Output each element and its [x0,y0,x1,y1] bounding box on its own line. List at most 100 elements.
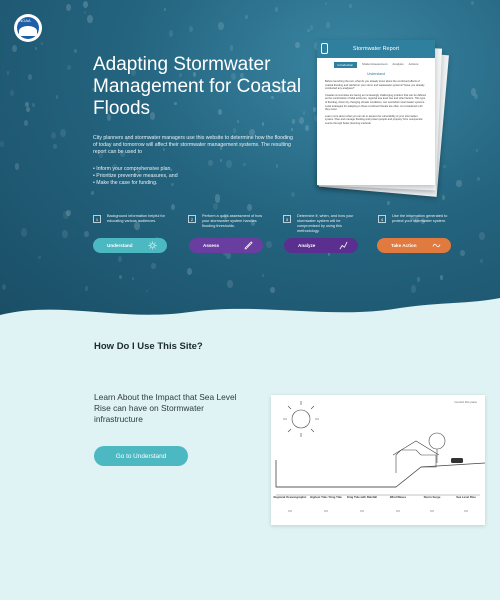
logo-text: NOAA [19,18,31,23]
report-tab: Introduction [333,62,358,68]
raindrop [261,122,265,126]
raindrop [324,2,327,6]
raindrop [21,228,28,237]
raindrop [232,127,237,133]
step-description: Background information helpful for educa… [107,214,165,223]
raindrop [171,204,176,210]
report-tab: Analysis [392,62,404,66]
raindrop [188,26,193,32]
raindrop [66,209,71,217]
shoreline [275,460,485,488]
wave-icon [432,243,441,248]
flood-factors: Regional Oceanographic 0 ft Highest Tide… [271,495,485,524]
raindrop [295,41,301,49]
section-title: How Do I Use This Site? [94,341,203,352]
factor-value: 0 ft [324,510,328,513]
section-description: Learn About the Impact that Sea Level Ri… [94,392,237,424]
raindrop [476,176,481,182]
factor-label: Sea Level Rise [456,495,476,499]
page-title: Adapting Stormwater Management for Coast… [93,54,302,119]
go-to-understand-button[interactable]: Go to Understand [94,446,188,466]
raindrop [62,230,68,238]
understand-button-label: Understand [107,243,133,248]
raindrop [480,259,484,264]
control-pane-toggle[interactable]: Control this pane [454,400,477,404]
raindrop [307,28,310,33]
hero-section: NOAA Adapting Stormwater Management for … [0,0,500,318]
benefit-list: Inform your comprehensive plan, Prioriti… [93,166,178,187]
take-action-button[interactable]: Take Action [377,238,451,253]
raindrop [475,149,479,153]
raindrop [53,143,57,150]
raindrop [305,125,309,131]
analyze-button[interactable]: Analyze [284,238,358,253]
raindrop [0,141,4,147]
raindrop [309,25,314,31]
raindrop [275,6,279,12]
raindrop [66,3,72,11]
raindrop [456,179,462,187]
raindrop [243,162,246,167]
benefit-item: Prioritize preventive measures, and [93,173,177,180]
raindrop [6,71,10,75]
raindrop [51,131,57,139]
noaa-logo[interactable]: NOAA [14,14,42,42]
step-number: 2 [188,215,196,223]
raindrop [246,203,252,211]
benefit-item: Inform your comprehensive plan, [93,166,178,173]
report-tabs: Introduction Model Assessment Analysis A… [317,58,435,68]
tree-icon [428,432,446,450]
step-description: Determine if, when, and how your stormwa… [297,214,354,233]
sun-icon [148,241,157,250]
raindrop [168,30,174,38]
step-description: Use the information generated to protect… [392,214,448,223]
raindrop [349,4,352,8]
factor-label: Storm Surge [423,495,441,499]
report-paragraph: Coastal communities are facing an increa… [325,93,426,112]
raindrop [219,159,222,163]
raindrop [218,21,225,31]
step-number: 1 [93,215,101,223]
step-number: 4 [378,215,386,223]
factor-value: 0 ft [430,510,434,513]
raindrop [227,280,233,289]
report-tab: Model Assessment [362,62,388,66]
factor-label: King Tide with Rainfall [347,495,377,499]
raindrop [441,194,446,200]
step-number: 3 [283,215,291,223]
raindrop [40,41,44,46]
raindrop [151,263,156,270]
raindrop [23,119,29,127]
raindrop [214,194,221,203]
raindrop [34,46,38,51]
raindrop [386,200,390,205]
assess-button[interactable]: Assess [189,238,263,253]
report-tab: Actions [408,62,419,66]
raindrop [443,164,446,169]
raindrop [207,159,213,167]
report-paragraph: Learn more about what you can do to asse… [325,114,423,125]
raindrop [275,164,279,168]
assess-button-label: Assess [203,243,220,248]
raindrop [82,0,89,9]
factor-value: 0 ft [396,510,400,513]
chart-icon [339,241,348,250]
raindrop [326,22,331,28]
raindrop [12,44,17,52]
understand-button[interactable]: Understand [93,238,167,253]
tablet-icon [321,43,328,54]
benefit-item: Make the case for funding. [93,180,178,187]
raindrop [163,7,167,12]
report-header: Stormwater Report [317,40,435,58]
raindrop [187,267,193,275]
report-sheet-front: Stormwater Report Introduction Model Ass… [317,40,435,185]
raindrop [73,48,77,53]
raindrop [229,45,234,51]
intro-text: City planners and stormwater managers us… [93,135,293,155]
raindrop [290,127,293,132]
sun-icon [283,401,319,437]
raindrop [87,14,94,23]
report-preview: Stormwater Report Introduction Model Ass… [317,40,449,197]
factor-label: Regional Oceanographic [273,495,307,499]
raindrop [31,103,35,108]
